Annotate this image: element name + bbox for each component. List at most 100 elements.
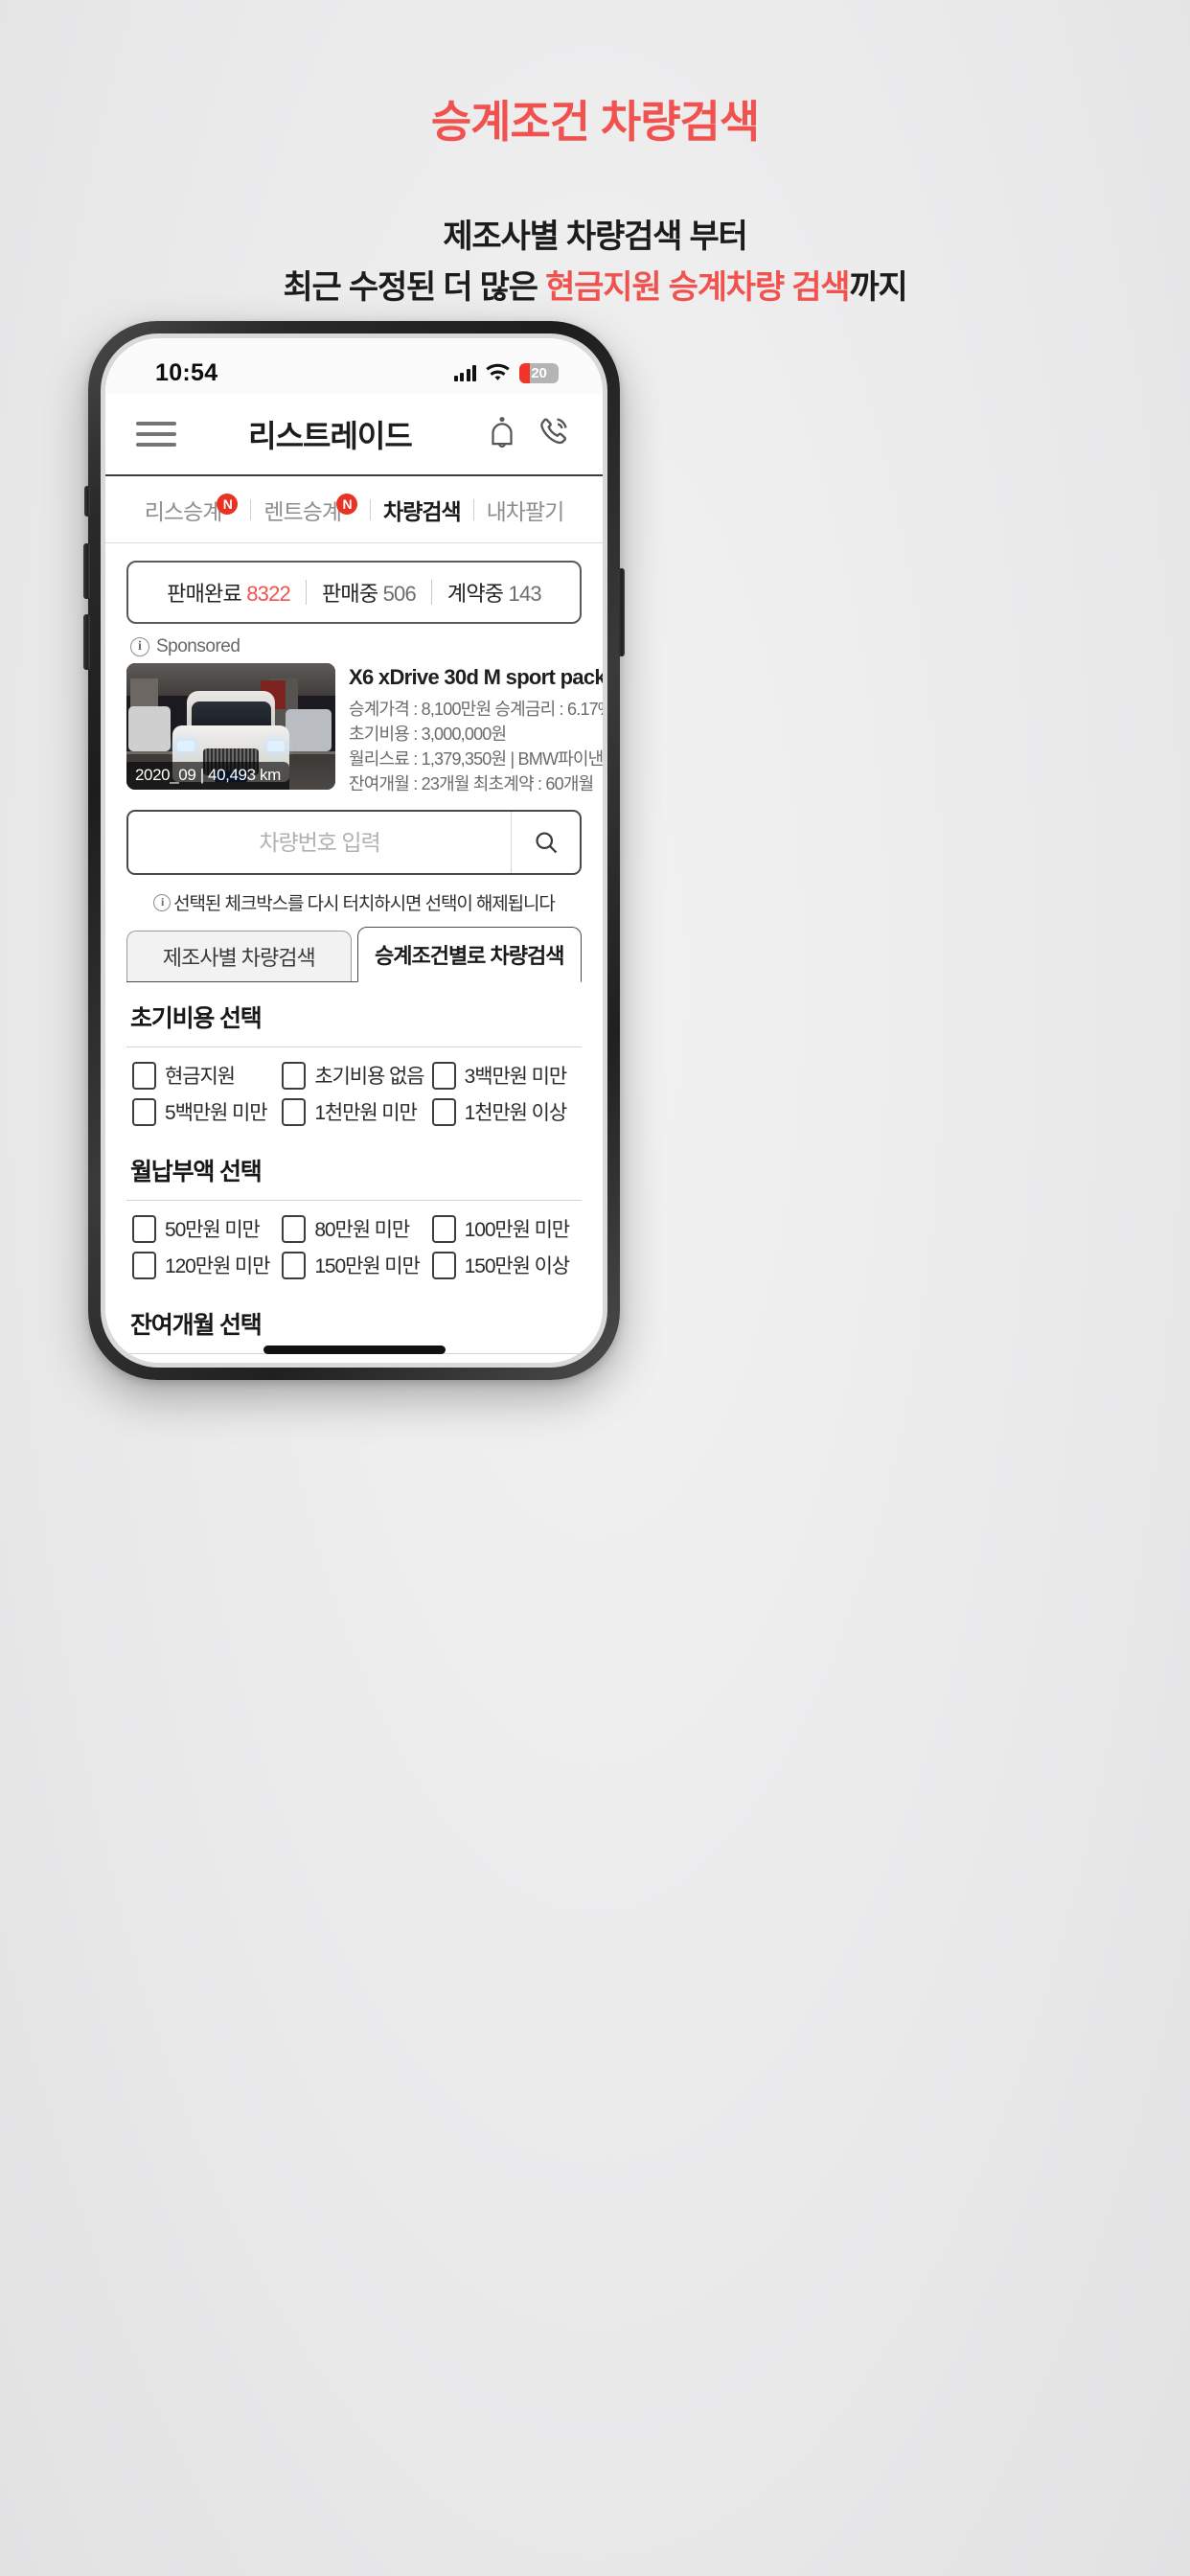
nav-tabs: 리스승계 N 렌트승계 N 차량검색 내차팔기 bbox=[105, 476, 603, 543]
status-bar: 10:54 20 bbox=[105, 338, 603, 394]
search-mode-tabs: 제조사별 차량검색 승계조건별로 차량검색 bbox=[126, 927, 582, 983]
sponsored-text: Sponsored bbox=[156, 636, 240, 656]
new-badge: N bbox=[336, 493, 357, 515]
info-circle-icon: i bbox=[153, 893, 172, 911]
cellular-bars-icon bbox=[453, 364, 476, 381]
phone-mockup: 10:54 20 리스트레이드 리스승계 N 렌트승계 N 차량검색 내차팔기 … bbox=[83, 321, 625, 1380]
promo-subtitle-post: 까지 bbox=[849, 268, 907, 306]
stat-on-sale[interactable]: 판매중 506 bbox=[307, 577, 431, 608]
checkbox[interactable] bbox=[282, 1061, 307, 1090]
filter-option-label: 150만원 이상 bbox=[464, 1255, 570, 1278]
checkbox[interactable] bbox=[431, 1251, 456, 1279]
checkbox[interactable] bbox=[132, 1097, 156, 1126]
nav-tab-label: 리스승계 bbox=[144, 498, 223, 524]
search-input[interactable] bbox=[128, 812, 511, 874]
volume-down-button[interactable] bbox=[83, 614, 90, 670]
checkbox[interactable] bbox=[431, 1214, 456, 1243]
battery-indicator: 20 bbox=[519, 362, 559, 383]
status-bar-time: 10:54 bbox=[155, 358, 218, 386]
filter-option[interactable]: 150만원 미만 bbox=[282, 1251, 431, 1279]
info-circle-icon: i bbox=[130, 637, 149, 656]
search-button[interactable] bbox=[511, 812, 580, 874]
filter-option-label: 1천만원 이상 bbox=[464, 1102, 568, 1125]
filter-option[interactable]: 3백만원 미만 bbox=[431, 1061, 582, 1090]
filter-section-initial-cost: 초기비용 선택 현금지원 초기비용 없음 3백만원 미만 5백만원 미만 1천만… bbox=[126, 982, 582, 1136]
volume-up-button[interactable] bbox=[83, 543, 90, 599]
filter-option-label: 5백만원 미만 bbox=[165, 1102, 268, 1125]
filter-option[interactable]: 150만원 이상 bbox=[431, 1251, 582, 1279]
vehicle-detail-months: 잔여개월 : 23개월 최초계약 : 60개월 bbox=[349, 774, 594, 794]
page-title: 승계조건 차량검색 bbox=[430, 97, 760, 147]
status-bar-indicators: 20 bbox=[453, 362, 559, 383]
filter-options: 50만원 미만 80만원 미만 100만원 미만 120만원 미만 150만원 … bbox=[126, 1201, 582, 1289]
filter-option-label: 80만원 미만 bbox=[314, 1219, 410, 1242]
checkbox[interactable] bbox=[431, 1061, 456, 1090]
vehicle-title: X6 xDrive 30d M sport package bbox=[349, 665, 603, 689]
stat-contracting[interactable]: 계약중 143 bbox=[432, 577, 557, 608]
silent-switch[interactable] bbox=[84, 486, 90, 517]
nav-tab-label: 내차팔기 bbox=[486, 498, 565, 524]
filter-option[interactable]: 80만원 미만 bbox=[282, 1214, 431, 1243]
nav-tab-label: 렌트승계 bbox=[263, 498, 342, 524]
filter-option[interactable]: 1천만원 미만 bbox=[282, 1097, 431, 1126]
home-indicator[interactable] bbox=[263, 1346, 446, 1354]
tab-label: 승계조건별로 차량검색 bbox=[374, 944, 565, 969]
vehicle-info: X6 xDrive 30d M sport package 승계가격 : 8,1… bbox=[349, 663, 603, 796]
status-summary-bar: 판매완료 8322 판매중 506 계약중 143 bbox=[126, 561, 582, 624]
app-header: 리스트레이드 bbox=[105, 394, 603, 476]
checkbox[interactable] bbox=[132, 1251, 156, 1279]
nav-tab-vehicle-search[interactable]: 차량검색 bbox=[371, 494, 473, 526]
main-content: 판매완료 8322 판매중 506 계약중 143 i Sponsored 20… bbox=[105, 561, 603, 1363]
checkbox[interactable] bbox=[132, 1061, 156, 1090]
filter-option[interactable]: 현금지원 bbox=[132, 1061, 282, 1090]
filter-option-label: 현금지원 bbox=[165, 1066, 236, 1089]
filter-option[interactable]: 초기비용 없음 bbox=[282, 1061, 431, 1090]
checkbox[interactable] bbox=[132, 1214, 156, 1243]
promo-subtitle-pre: 최근 수정된 더 많은 bbox=[283, 268, 546, 306]
power-button[interactable] bbox=[618, 568, 625, 656]
battery-level: 20 bbox=[531, 364, 547, 381]
search-icon bbox=[535, 832, 557, 854]
tab-search-by-manufacturer[interactable]: 제조사별 차량검색 bbox=[126, 931, 352, 983]
filter-option[interactable]: 120만원 미만 bbox=[132, 1251, 282, 1279]
wifi-icon bbox=[485, 363, 511, 383]
stat-label: 판매중 bbox=[321, 582, 378, 606]
app-title: 리스트레이드 bbox=[248, 419, 413, 453]
phone-call-icon[interactable] bbox=[536, 416, 572, 452]
checkbox[interactable] bbox=[282, 1097, 307, 1126]
filter-options: 현금지원 초기비용 없음 3백만원 미만 5백만원 미만 1천만원 미만 1천만… bbox=[126, 1047, 582, 1136]
search-bar[interactable] bbox=[126, 810, 582, 876]
filter-section-title: 잔여개월 선택 bbox=[130, 1312, 263, 1340]
nav-tab-lease[interactable]: 리스승계 N bbox=[132, 493, 251, 526]
vehicle-photo[interactable]: 2020_09 | 40,493 km bbox=[126, 663, 335, 790]
stat-sold[interactable]: 판매완료 8322 bbox=[151, 577, 306, 608]
bell-icon[interactable] bbox=[484, 416, 520, 452]
filter-section-title: 초기비용 선택 bbox=[130, 1005, 263, 1033]
checkbox[interactable] bbox=[282, 1251, 307, 1279]
filter-section-monthly-payment: 월납부액 선택 50만원 미만 80만원 미만 100만원 미만 120만원 미… bbox=[126, 1136, 582, 1289]
filter-option[interactable]: 50만원 미만 bbox=[132, 1214, 282, 1243]
nav-tab-sell-my-car[interactable]: 내차팔기 bbox=[474, 494, 577, 526]
checkbox-hint-text: 선택된 체크박스를 다시 터치하시면 선택이 해제됩니다 bbox=[173, 894, 556, 915]
hamburger-menu-icon[interactable] bbox=[136, 415, 176, 453]
filter-option[interactable]: 1천만원 이상 bbox=[431, 1097, 582, 1126]
filter-option[interactable]: 100만원 미만 bbox=[431, 1214, 582, 1243]
nav-tab-label: 차량검색 bbox=[383, 498, 462, 524]
stat-label: 계약중 bbox=[446, 582, 504, 606]
checkbox[interactable] bbox=[282, 1214, 307, 1243]
filter-option[interactable]: 5백만원 미만 bbox=[132, 1097, 282, 1126]
checkbox[interactable] bbox=[431, 1097, 456, 1126]
phone-screen: 10:54 20 리스트레이드 리스승계 N 렌트승계 N 차량검색 내차팔기 … bbox=[105, 338, 603, 1363]
nav-tab-rent[interactable]: 렌트승계 N bbox=[251, 493, 370, 526]
filter-option-label: 1천만원 미만 bbox=[314, 1102, 418, 1125]
app-header-actions bbox=[484, 416, 572, 452]
filter-option-label: 3백만원 미만 bbox=[464, 1066, 568, 1089]
filter-options: 12개월 미만 18개월 미만 24개월 미만 30개월 미만 36개월 미만 … bbox=[126, 1354, 582, 1363]
filter-option-label: 50만원 미만 bbox=[165, 1219, 261, 1242]
sponsored-listing-card[interactable]: 2020_09 | 40,493 km X6 xDrive 30d M spor… bbox=[126, 663, 603, 796]
vehicle-photo-caption: 2020_09 | 40,493 km bbox=[126, 762, 289, 790]
vehicle-detail-initial-cost: 초기비용 : 3,000,000원 bbox=[349, 724, 507, 745]
promo-subtitle-highlight: 현금지원 승계차량 검색 bbox=[545, 268, 850, 306]
tab-search-by-conditions[interactable]: 승계조건별로 차량검색 bbox=[356, 927, 582, 983]
stat-value: 8322 bbox=[246, 582, 291, 606]
